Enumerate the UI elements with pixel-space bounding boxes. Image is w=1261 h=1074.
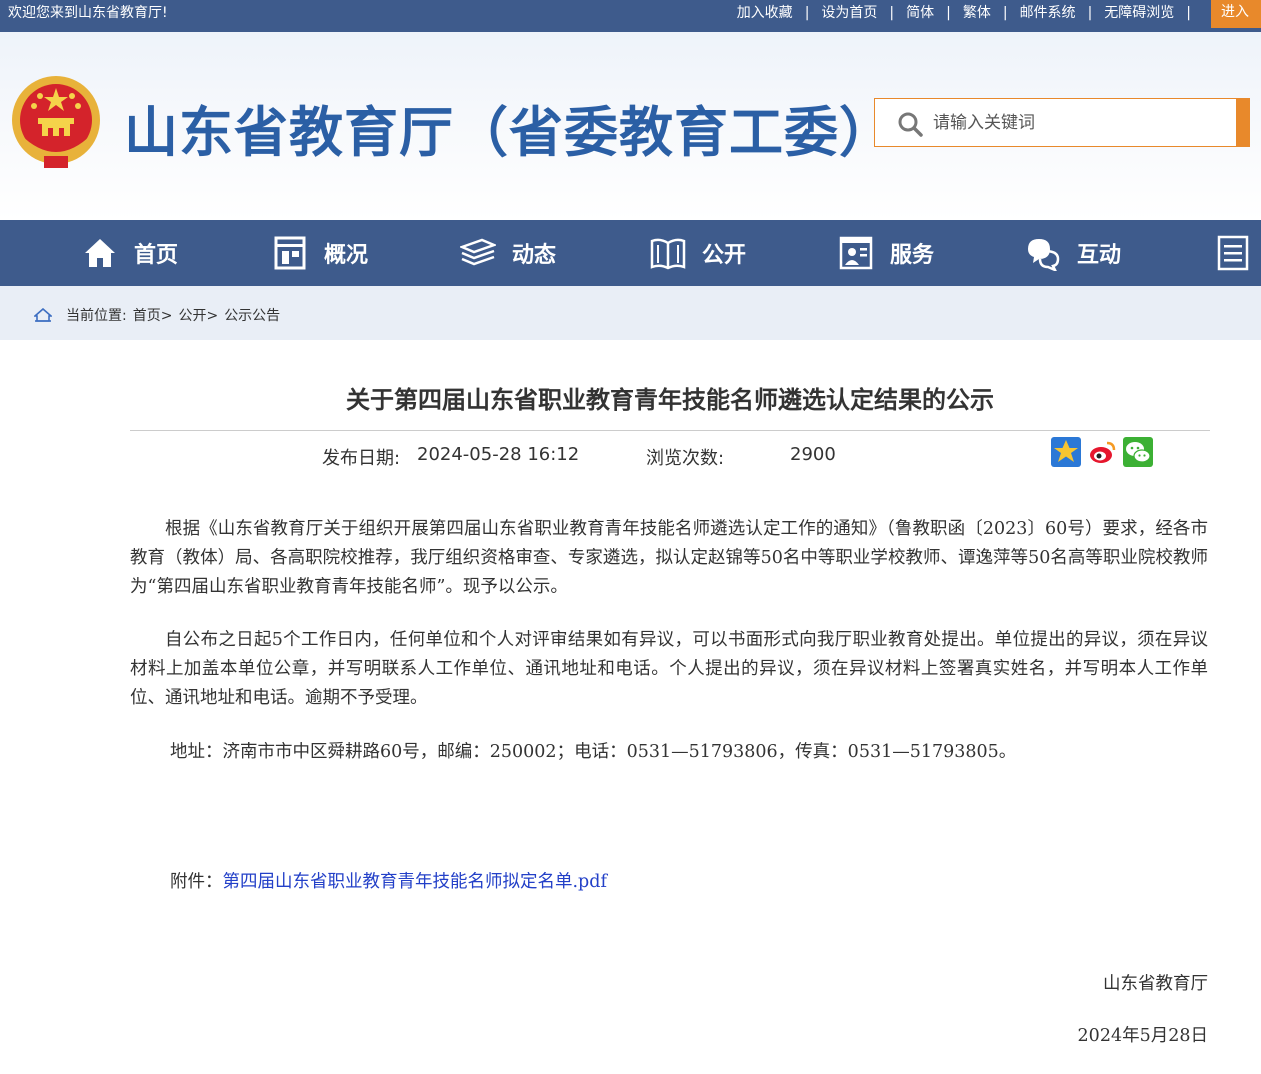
contact-address: 地址：济南市市中区舜耕路60号，邮编：250002；电话：0531—517938… [170,742,1017,762]
set-homepage-link[interactable]: 设为首页 [817,0,881,26]
search-button[interactable] [1236,98,1250,147]
accessibility-link[interactable]: 无障碍浏览 [1100,0,1178,26]
nav-item-label: 公开 [702,243,747,268]
nav-item-label: 首页 [134,243,179,268]
attachment: 附件：第四届山东省职业教育青年技能名师拟定名单.pdf [170,868,607,893]
publish-date-label: 发布日期: [322,448,401,469]
nav-item-service[interactable]: 服务 [838,220,934,286]
welcome-text: 欢迎您来到山东省教育厅! [8,5,168,21]
breadcrumb-home[interactable]: 首页> [133,305,173,325]
enter-button[interactable]: 进入 [1211,0,1261,28]
article-paragraph: 自公布之日起5个工作日内，任何单位和个人对评审结果如有异议，可以书面形式向我厅职… [130,630,1208,708]
top-links: 加入收藏 | 设为首页 | 简体 | 繁体 | 邮件系统 | 无障碍浏览 | [733,0,1199,26]
nav-item-label: 概况 [324,243,369,268]
layers-icon [460,238,496,266]
home-icon [34,308,52,322]
attachment-link[interactable]: 第四届山东省职业教育青年技能名师拟定名单.pdf [223,872,607,892]
add-favorite-link[interactable]: 加入收藏 [733,0,797,26]
article-paragraph: 根据《山东省教育厅关于组织开展第四届山东省职业教育青年技能名师遴选认定工作的通知… [130,519,1208,597]
breadcrumb-current[interactable]: 公示公告 [224,305,280,325]
nav-item-label: 服务 [890,243,935,268]
search-box [874,98,1250,147]
traditional-link[interactable]: 繁体 [959,0,995,26]
views-label: 浏览次数: [646,448,725,469]
attachment-label: 附件： [170,872,223,892]
nav-item-more[interactable] [1215,220,1261,286]
nav-item-interaction[interactable]: 互动 [1025,220,1121,286]
site-title: 山东省教育厅（省委教育工委） [124,101,894,164]
nav-item-label: 动态 [512,243,557,268]
breadcrumb-public[interactable]: 公开> [178,305,218,325]
breadcrumb-label: 当前位置: [66,308,127,324]
nav-item-home[interactable]: 首页 [82,220,178,286]
mail-system-link[interactable]: 邮件系统 [1016,0,1080,26]
article-title: 关于第四届山东省职业教育青年技能名师遴选认定结果的公示 [346,386,994,414]
top-bar: 欢迎您来到山东省教育厅! 加入收藏 | 设为首页 | 简体 | 繁体 | 邮件系统 | 无… [0,0,1261,32]
chat-icon [1028,239,1060,271]
breadcrumb: 当前位置: 首页> 公开> 公示公告 [34,305,286,325]
nav-item-public[interactable]: 公开 [650,220,746,286]
national-emblem-icon [12,76,100,168]
nav-item-label: 互动 [1077,243,1122,268]
search-icon[interactable] [897,111,923,137]
main-nav: 首页 概况 动态 公开 服务 互动 [0,220,1261,286]
site-header: 山东省教育厅（省委教育工委） [0,32,1261,220]
search-input[interactable] [933,105,1233,141]
signature: 山东省教育厅 [1103,974,1208,994]
sign-date: 2024年5月28日 [1077,1026,1208,1046]
publish-date-value: 2024-05-28 16:12 [417,444,580,465]
nav-item-news[interactable]: 动态 [460,220,556,286]
building-icon [274,236,306,270]
views-value: 2900 [790,444,836,465]
home-icon [85,239,115,267]
share-qzone-icon[interactable] [1051,437,1081,467]
share-wechat-icon[interactable] [1123,437,1153,467]
nav-item-overview[interactable]: 概况 [272,220,368,286]
list-icon [1217,235,1249,271]
share-weibo-icon[interactable] [1087,437,1117,467]
simplified-link[interactable]: 简体 [902,0,938,26]
service-icon [839,236,873,270]
title-divider [130,430,1210,431]
book-icon [650,238,686,270]
